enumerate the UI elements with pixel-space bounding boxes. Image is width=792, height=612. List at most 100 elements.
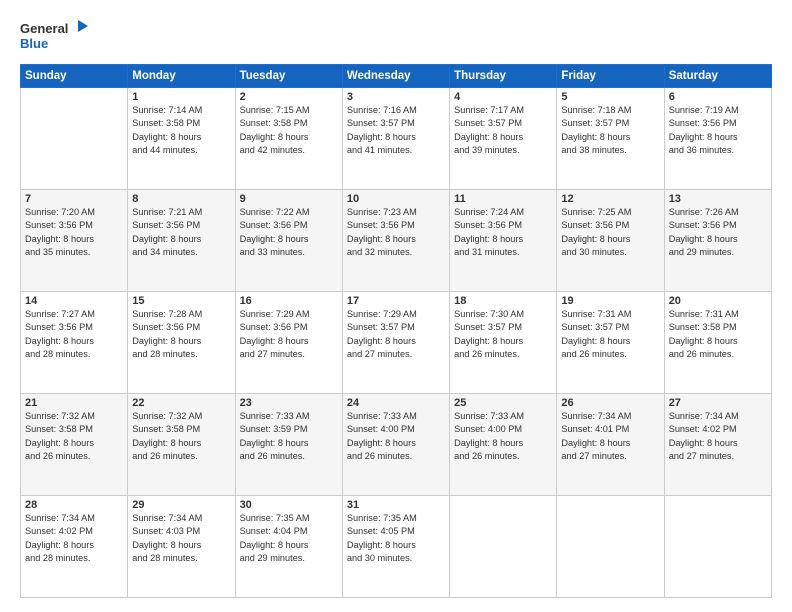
calendar-day-cell: 17Sunrise: 7:29 AM Sunset: 3:57 PM Dayli… [342, 292, 449, 394]
day-number: 26 [561, 397, 659, 409]
day-number: 21 [25, 397, 123, 409]
day-info: Sunrise: 7:28 AM Sunset: 3:56 PM Dayligh… [132, 308, 230, 361]
logo: General Blue [20, 18, 90, 54]
calendar-day-cell: 9Sunrise: 7:22 AM Sunset: 3:56 PM Daylig… [235, 190, 342, 292]
day-number: 31 [347, 499, 445, 511]
day-info: Sunrise: 7:14 AM Sunset: 3:58 PM Dayligh… [132, 104, 230, 157]
day-info: Sunrise: 7:18 AM Sunset: 3:57 PM Dayligh… [561, 104, 659, 157]
day-number: 10 [347, 193, 445, 205]
calendar-day-cell: 26Sunrise: 7:34 AM Sunset: 4:01 PM Dayli… [557, 394, 664, 496]
day-info: Sunrise: 7:29 AM Sunset: 3:57 PM Dayligh… [347, 308, 445, 361]
calendar-day-cell: 15Sunrise: 7:28 AM Sunset: 3:56 PM Dayli… [128, 292, 235, 394]
day-info: Sunrise: 7:31 AM Sunset: 3:58 PM Dayligh… [669, 308, 767, 361]
calendar-day-cell: 19Sunrise: 7:31 AM Sunset: 3:57 PM Dayli… [557, 292, 664, 394]
day-info: Sunrise: 7:34 AM Sunset: 4:02 PM Dayligh… [669, 410, 767, 463]
calendar-day-cell: 30Sunrise: 7:35 AM Sunset: 4:04 PM Dayli… [235, 496, 342, 598]
day-info: Sunrise: 7:32 AM Sunset: 3:58 PM Dayligh… [25, 410, 123, 463]
calendar-day-header: Saturday [664, 65, 771, 88]
calendar-day-cell [557, 496, 664, 598]
calendar-week-row: 21Sunrise: 7:32 AM Sunset: 3:58 PM Dayli… [21, 394, 772, 496]
calendar-day-cell: 25Sunrise: 7:33 AM Sunset: 4:00 PM Dayli… [450, 394, 557, 496]
calendar-day-cell: 28Sunrise: 7:34 AM Sunset: 4:02 PM Dayli… [21, 496, 128, 598]
day-number: 19 [561, 295, 659, 307]
day-number: 24 [347, 397, 445, 409]
day-info: Sunrise: 7:34 AM Sunset: 4:03 PM Dayligh… [132, 512, 230, 565]
day-info: Sunrise: 7:21 AM Sunset: 3:56 PM Dayligh… [132, 206, 230, 259]
day-number: 5 [561, 91, 659, 103]
calendar-day-header: Monday [128, 65, 235, 88]
calendar-day-header: Wednesday [342, 65, 449, 88]
calendar-day-header: Sunday [21, 65, 128, 88]
day-number: 9 [240, 193, 338, 205]
day-number: 2 [240, 91, 338, 103]
day-info: Sunrise: 7:32 AM Sunset: 3:58 PM Dayligh… [132, 410, 230, 463]
day-info: Sunrise: 7:31 AM Sunset: 3:57 PM Dayligh… [561, 308, 659, 361]
calendar-day-cell: 16Sunrise: 7:29 AM Sunset: 3:56 PM Dayli… [235, 292, 342, 394]
day-info: Sunrise: 7:35 AM Sunset: 4:04 PM Dayligh… [240, 512, 338, 565]
calendar-day-cell [450, 496, 557, 598]
calendar-day-cell: 8Sunrise: 7:21 AM Sunset: 3:56 PM Daylig… [128, 190, 235, 292]
calendar-table: SundayMondayTuesdayWednesdayThursdayFrid… [20, 64, 772, 598]
day-info: Sunrise: 7:24 AM Sunset: 3:56 PM Dayligh… [454, 206, 552, 259]
calendar-day-cell: 14Sunrise: 7:27 AM Sunset: 3:56 PM Dayli… [21, 292, 128, 394]
calendar-week-row: 28Sunrise: 7:34 AM Sunset: 4:02 PM Dayli… [21, 496, 772, 598]
calendar-day-cell: 1Sunrise: 7:14 AM Sunset: 3:58 PM Daylig… [128, 88, 235, 190]
calendar-day-cell: 2Sunrise: 7:15 AM Sunset: 3:58 PM Daylig… [235, 88, 342, 190]
calendar-day-cell: 22Sunrise: 7:32 AM Sunset: 3:58 PM Dayli… [128, 394, 235, 496]
calendar-day-cell: 20Sunrise: 7:31 AM Sunset: 3:58 PM Dayli… [664, 292, 771, 394]
day-number: 1 [132, 91, 230, 103]
day-number: 16 [240, 295, 338, 307]
calendar-day-cell: 29Sunrise: 7:34 AM Sunset: 4:03 PM Dayli… [128, 496, 235, 598]
day-number: 27 [669, 397, 767, 409]
day-info: Sunrise: 7:27 AM Sunset: 3:56 PM Dayligh… [25, 308, 123, 361]
header: General Blue [20, 18, 772, 54]
day-info: Sunrise: 7:25 AM Sunset: 3:56 PM Dayligh… [561, 206, 659, 259]
day-info: Sunrise: 7:15 AM Sunset: 3:58 PM Dayligh… [240, 104, 338, 157]
calendar-day-cell: 18Sunrise: 7:30 AM Sunset: 3:57 PM Dayli… [450, 292, 557, 394]
day-number: 3 [347, 91, 445, 103]
calendar-day-cell: 11Sunrise: 7:24 AM Sunset: 3:56 PM Dayli… [450, 190, 557, 292]
day-info: Sunrise: 7:19 AM Sunset: 3:56 PM Dayligh… [669, 104, 767, 157]
day-info: Sunrise: 7:26 AM Sunset: 3:56 PM Dayligh… [669, 206, 767, 259]
day-number: 18 [454, 295, 552, 307]
svg-text:Blue: Blue [20, 36, 48, 51]
calendar-day-cell: 6Sunrise: 7:19 AM Sunset: 3:56 PM Daylig… [664, 88, 771, 190]
day-info: Sunrise: 7:30 AM Sunset: 3:57 PM Dayligh… [454, 308, 552, 361]
day-info: Sunrise: 7:17 AM Sunset: 3:57 PM Dayligh… [454, 104, 552, 157]
day-number: 12 [561, 193, 659, 205]
day-number: 15 [132, 295, 230, 307]
day-number: 8 [132, 193, 230, 205]
day-info: Sunrise: 7:29 AM Sunset: 3:56 PM Dayligh… [240, 308, 338, 361]
day-info: Sunrise: 7:22 AM Sunset: 3:56 PM Dayligh… [240, 206, 338, 259]
day-number: 25 [454, 397, 552, 409]
calendar-week-row: 7Sunrise: 7:20 AM Sunset: 3:56 PM Daylig… [21, 190, 772, 292]
calendar-day-cell [21, 88, 128, 190]
day-number: 23 [240, 397, 338, 409]
calendar-day-cell: 12Sunrise: 7:25 AM Sunset: 3:56 PM Dayli… [557, 190, 664, 292]
day-number: 13 [669, 193, 767, 205]
calendar-header-row: SundayMondayTuesdayWednesdayThursdayFrid… [21, 65, 772, 88]
page: General Blue SundayMondayTuesdayWednesda… [0, 0, 792, 612]
day-number: 22 [132, 397, 230, 409]
calendar-week-row: 1Sunrise: 7:14 AM Sunset: 3:58 PM Daylig… [21, 88, 772, 190]
day-info: Sunrise: 7:35 AM Sunset: 4:05 PM Dayligh… [347, 512, 445, 565]
calendar-day-cell: 13Sunrise: 7:26 AM Sunset: 3:56 PM Dayli… [664, 190, 771, 292]
day-number: 4 [454, 91, 552, 103]
day-number: 20 [669, 295, 767, 307]
day-info: Sunrise: 7:33 AM Sunset: 4:00 PM Dayligh… [454, 410, 552, 463]
calendar-day-cell: 24Sunrise: 7:33 AM Sunset: 4:00 PM Dayli… [342, 394, 449, 496]
calendar-day-cell: 7Sunrise: 7:20 AM Sunset: 3:56 PM Daylig… [21, 190, 128, 292]
day-info: Sunrise: 7:34 AM Sunset: 4:02 PM Dayligh… [25, 512, 123, 565]
day-number: 14 [25, 295, 123, 307]
calendar-day-header: Tuesday [235, 65, 342, 88]
calendar-day-cell: 27Sunrise: 7:34 AM Sunset: 4:02 PM Dayli… [664, 394, 771, 496]
calendar-day-header: Thursday [450, 65, 557, 88]
svg-text:General: General [20, 21, 68, 36]
day-number: 29 [132, 499, 230, 511]
calendar-day-cell [664, 496, 771, 598]
day-number: 6 [669, 91, 767, 103]
day-info: Sunrise: 7:23 AM Sunset: 3:56 PM Dayligh… [347, 206, 445, 259]
calendar-day-cell: 23Sunrise: 7:33 AM Sunset: 3:59 PM Dayli… [235, 394, 342, 496]
calendar-day-header: Friday [557, 65, 664, 88]
logo-svg: General Blue [20, 18, 90, 54]
